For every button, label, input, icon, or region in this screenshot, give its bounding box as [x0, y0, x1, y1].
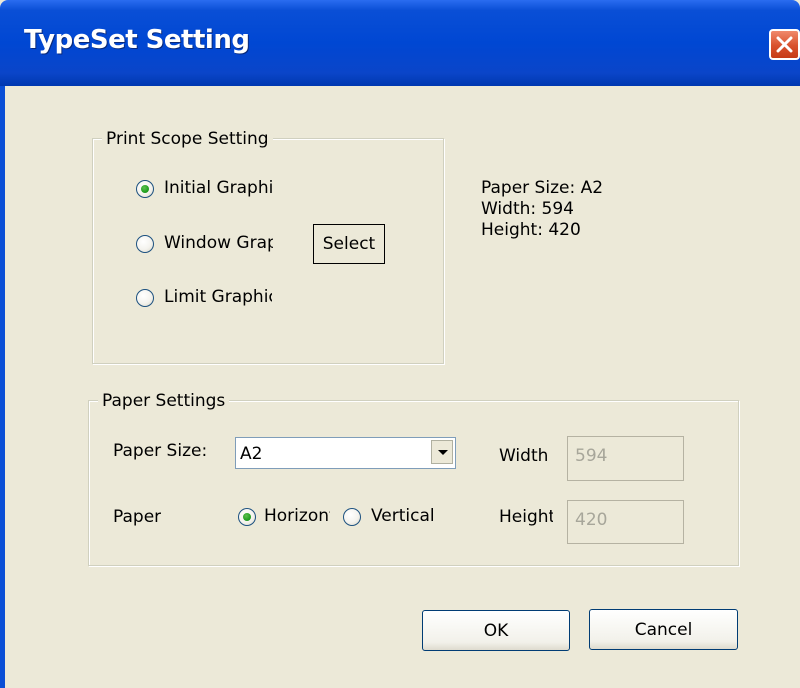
width-label: Width	[499, 446, 549, 466]
paper-size-dropdown-button[interactable]	[431, 440, 453, 464]
height-label: Height	[499, 507, 553, 527]
paper-settings-legend: Paper Settings	[98, 391, 230, 411]
typeset-setting-dialog: TypeSet Setting Print Scope Setting Init…	[0, 0, 800, 688]
ok-button[interactable]: OK	[422, 610, 570, 651]
close-icon	[776, 36, 793, 53]
width-field[interactable]: 594	[567, 436, 684, 481]
width-info: Width: 594	[481, 199, 574, 219]
radio-initial-graphic[interactable]	[136, 180, 154, 198]
radio-window-graphic[interactable]	[136, 235, 154, 253]
paper-size-info: Paper Size: A2	[481, 178, 604, 198]
orientation-label: Paper	[113, 507, 162, 527]
paper-size-select-value: A2	[240, 444, 263, 464]
label-initial-graphic[interactable]: Initial Graphic	[164, 178, 272, 198]
radio-limit-graphic[interactable]	[136, 289, 154, 307]
cancel-button[interactable]: Cancel	[589, 609, 738, 650]
label-horizontal[interactable]: Horizontal	[264, 506, 330, 526]
radio-horizontal[interactable]	[238, 508, 256, 526]
chevron-down-icon	[438, 450, 448, 455]
height-field[interactable]: 420	[567, 500, 684, 544]
radio-vertical[interactable]	[343, 508, 361, 526]
window-frame-left	[0, 86, 5, 688]
print-scope-legend: Print Scope Setting	[102, 129, 273, 149]
close-button[interactable]	[769, 29, 800, 60]
paper-size-select[interactable]: A2	[235, 437, 456, 469]
select-button[interactable]: Select	[313, 224, 385, 264]
paper-size-label: Paper Size:	[113, 441, 208, 461]
title-bar[interactable]: TypeSet Setting	[0, 0, 800, 86]
height-info: Height: 420	[481, 220, 581, 240]
window-title: TypeSet Setting	[24, 25, 250, 55]
label-vertical[interactable]: Vertical	[371, 506, 433, 526]
label-window-graphic[interactable]: Window Graphic	[164, 233, 273, 253]
label-limit-graphic[interactable]: Limit Graphic	[164, 287, 272, 307]
